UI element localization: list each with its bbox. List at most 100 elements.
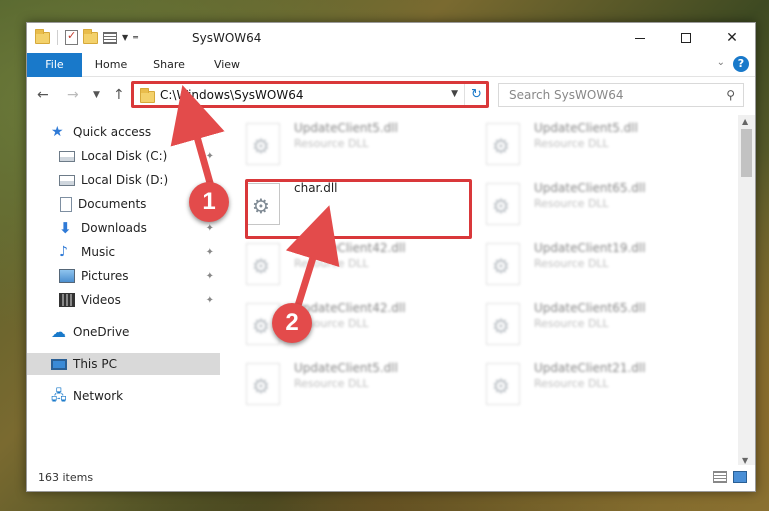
file-type: Resource DLL [534,257,609,270]
vertical-scrollbar[interactable]: ▲ ▼ [738,115,755,467]
tiles-view-icon[interactable] [733,471,747,483]
sidebar-item-label: Videos [81,293,121,307]
file-tile[interactable]: UpdateClient5.dll Resource DLL [226,359,456,411]
new-folder-icon[interactable] [83,28,98,44]
scroll-up-icon[interactable]: ▲ [742,117,748,126]
cloud-icon: ☁ [51,323,66,341]
file-name: UpdateClient65.dll [534,301,646,315]
file-tile[interactable]: UpdateClient65.dll Resource DLL [466,179,696,231]
ribbon-tabs: File Home Share View ⌄ ? [27,53,755,77]
close-icon: ✕ [726,30,738,46]
view-toggle-icon[interactable] [103,31,117,44]
sidebar-item-quick-access[interactable]: ★ Quick access [27,121,220,143]
file-tile[interactable]: UpdateClient5.dll Resource DLL [466,119,696,171]
sidebar-item-videos[interactable]: Videos ✦ [27,289,220,311]
file-name: UpdateClient21.dll [534,361,646,375]
file-name: UpdateClient5.dll [534,121,638,135]
navigation-pane: ★ Quick access Local Disk (C:) ✦ Local D… [27,115,220,467]
expand-ribbon-icon[interactable]: ⌄ [717,57,725,68]
recent-locations-icon[interactable]: ▼ [93,90,100,100]
step-1-badge: 1 [189,182,229,222]
sidebar-item-local-disk-c[interactable]: Local Disk (C:) ✦ [27,145,220,167]
chevron-down-icon[interactable]: ▼ [122,33,128,42]
tab-share[interactable]: Share [147,53,191,77]
title-bar: ▼ ═ SysWOW64 ✕ [27,23,755,53]
search-input[interactable]: Search SysWOW64 ⚲ [498,83,744,107]
dll-file-icon [246,243,280,285]
file-name: UpdateClient5.dll [294,121,398,135]
sidebar-item-label: Downloads [81,221,147,235]
file-tile[interactable]: UpdateClient42.dll Resource DLL [226,239,456,291]
file-tile[interactable]: UpdateClient42.dll Resource DLL [226,299,456,351]
file-tile[interactable]: UpdateClient19.dll Resource DLL [466,239,696,291]
toolbar-divider [57,30,58,45]
tab-home[interactable]: Home [89,53,133,77]
scroll-thumb[interactable] [741,129,752,177]
status-bar: 163 items [27,465,755,491]
dll-file-icon [486,123,520,165]
file-tile[interactable]: UpdateClient65.dll Resource DLL [466,299,696,351]
documents-icon [60,196,72,212]
customize-toolbar-icon[interactable]: ═ [133,33,138,42]
videos-icon [59,293,75,307]
pictures-icon [59,269,75,283]
sidebar-item-local-disk-d[interactable]: Local Disk (D:) [27,169,220,191]
file-type: Resource DLL [534,377,609,390]
file-type: Resource DLL [294,137,369,150]
maximize-icon [681,33,691,43]
disk-icon [59,150,75,162]
file-tile[interactable]: UpdateClient21.dll Resource DLL [466,359,696,411]
file-type: Resource DLL [534,197,609,210]
download-icon: ⬇ [59,219,72,237]
maximize-button[interactable] [663,23,709,53]
properties-icon[interactable] [65,29,78,45]
close-button[interactable]: ✕ [709,23,755,53]
dll-file-icon [486,183,520,225]
sidebar-item-label: Local Disk (C:) [81,149,168,163]
sidebar-item-music[interactable]: ♪ Music ✦ [27,241,220,263]
music-icon: ♪ [59,244,68,260]
folder-icon [35,28,50,44]
file-name: UpdateClient65.dll [534,181,646,195]
search-icon[interactable]: ⚲ [726,88,735,102]
pin-icon[interactable]: ✦ [206,247,214,258]
file-name: UpdateClient19.dll [534,241,646,255]
file-name: UpdateClient42.dll [294,301,406,315]
sidebar-item-downloads[interactable]: ⬇ Downloads ✦ [27,217,220,239]
network-icon: 🖧 [51,388,67,404]
file-tile[interactable]: UpdateClient5.dll Resource DLL [226,119,456,171]
file-highlight-box [245,179,472,239]
sidebar-item-label: Local Disk (D:) [81,173,169,187]
sidebar-item-label: Music [81,245,116,259]
tab-file[interactable]: File [27,53,82,77]
pin-icon[interactable]: ✦ [206,271,214,282]
help-icon[interactable]: ? [733,56,749,72]
back-arrow-icon[interactable]: ← [37,87,49,103]
sidebar-item-label: Network [73,389,124,403]
sidebar-item-network[interactable]: 🖧 Network [27,385,220,407]
scroll-down-icon[interactable]: ▼ [742,456,748,465]
dll-file-icon [486,303,520,345]
up-arrow-icon[interactable]: ↑ [113,87,125,103]
address-highlight-box [131,81,489,108]
pin-icon[interactable]: ✦ [206,151,214,162]
file-name: UpdateClient42.dll [294,241,406,255]
window-title: SysWOW64 [192,31,262,45]
sidebar-item-label: Documents [78,197,147,211]
sidebar-item-label: OneDrive [73,325,130,339]
sidebar-item-this-pc[interactable]: This PC [27,353,220,375]
star-icon: ★ [51,124,64,140]
minimize-button[interactable] [617,23,663,53]
tab-view[interactable]: View [205,53,249,77]
sidebar-item-onedrive[interactable]: ☁ OneDrive [27,321,220,343]
disk-icon [59,174,75,186]
pin-icon[interactable]: ✦ [206,223,214,234]
forward-arrow-icon[interactable]: → [67,87,79,103]
file-type: Resource DLL [294,377,369,390]
details-view-icon[interactable] [713,471,727,483]
sidebar-item-label: Quick access [73,125,152,139]
dll-file-icon [246,123,280,165]
sidebar-item-pictures[interactable]: Pictures ✦ [27,265,220,287]
dll-file-icon [486,363,520,405]
pin-icon[interactable]: ✦ [206,295,214,306]
